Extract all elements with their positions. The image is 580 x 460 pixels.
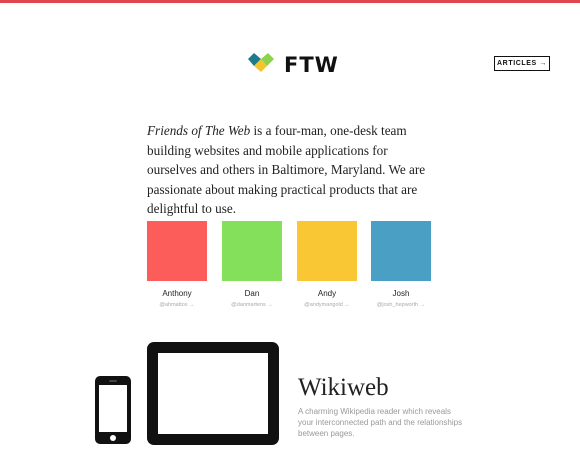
member-handle-link[interactable]: @josh_hepworth → <box>371 301 431 309</box>
member-name: Dan <box>244 289 260 298</box>
team-member-andy[interactable]: Andy @andymangold → <box>297 221 357 309</box>
phone-speaker <box>109 380 117 382</box>
member-name: Josh <box>392 289 410 298</box>
member-color-swatch <box>147 221 207 281</box>
logo-text: FTW <box>284 53 339 77</box>
member-color-swatch <box>297 221 357 281</box>
phone-screen <box>99 385 127 432</box>
team-member-anthony[interactable]: Anthony @ahmattox → <box>147 221 207 309</box>
phone-device-illustration <box>95 376 131 444</box>
articles-button[interactable]: ARTICLES → <box>494 56 550 71</box>
project-description: A charming Wikipedia reader which reveal… <box>298 407 463 438</box>
top-accent-bar <box>0 0 580 3</box>
tablet-device-illustration[interactable] <box>147 342 279 445</box>
member-handle-link[interactable]: @danmartens → <box>222 301 282 309</box>
member-color-swatch <box>371 221 431 281</box>
project-title[interactable]: Wikiweb <box>298 373 389 403</box>
member-color-swatch <box>222 221 282 281</box>
logo-mark-icon <box>248 53 274 72</box>
team-member-dan[interactable]: Dan @danmartens → <box>222 221 282 309</box>
member-name: Anthony <box>162 289 192 298</box>
company-name: Friends of The Web <box>147 123 251 138</box>
member-name: Andy <box>317 289 337 298</box>
intro-paragraph: Friends of The Web is a four-man, one-de… <box>147 121 437 219</box>
member-handle-link[interactable]: @andymangold → <box>297 301 357 309</box>
tablet-screen <box>158 353 268 434</box>
site-logo[interactable]: FTW <box>248 52 339 78</box>
phone-home-button <box>110 435 116 441</box>
team-member-josh[interactable]: Josh @josh_hepworth → <box>371 221 431 309</box>
member-handle-link[interactable]: @ahmattox → <box>147 301 207 309</box>
